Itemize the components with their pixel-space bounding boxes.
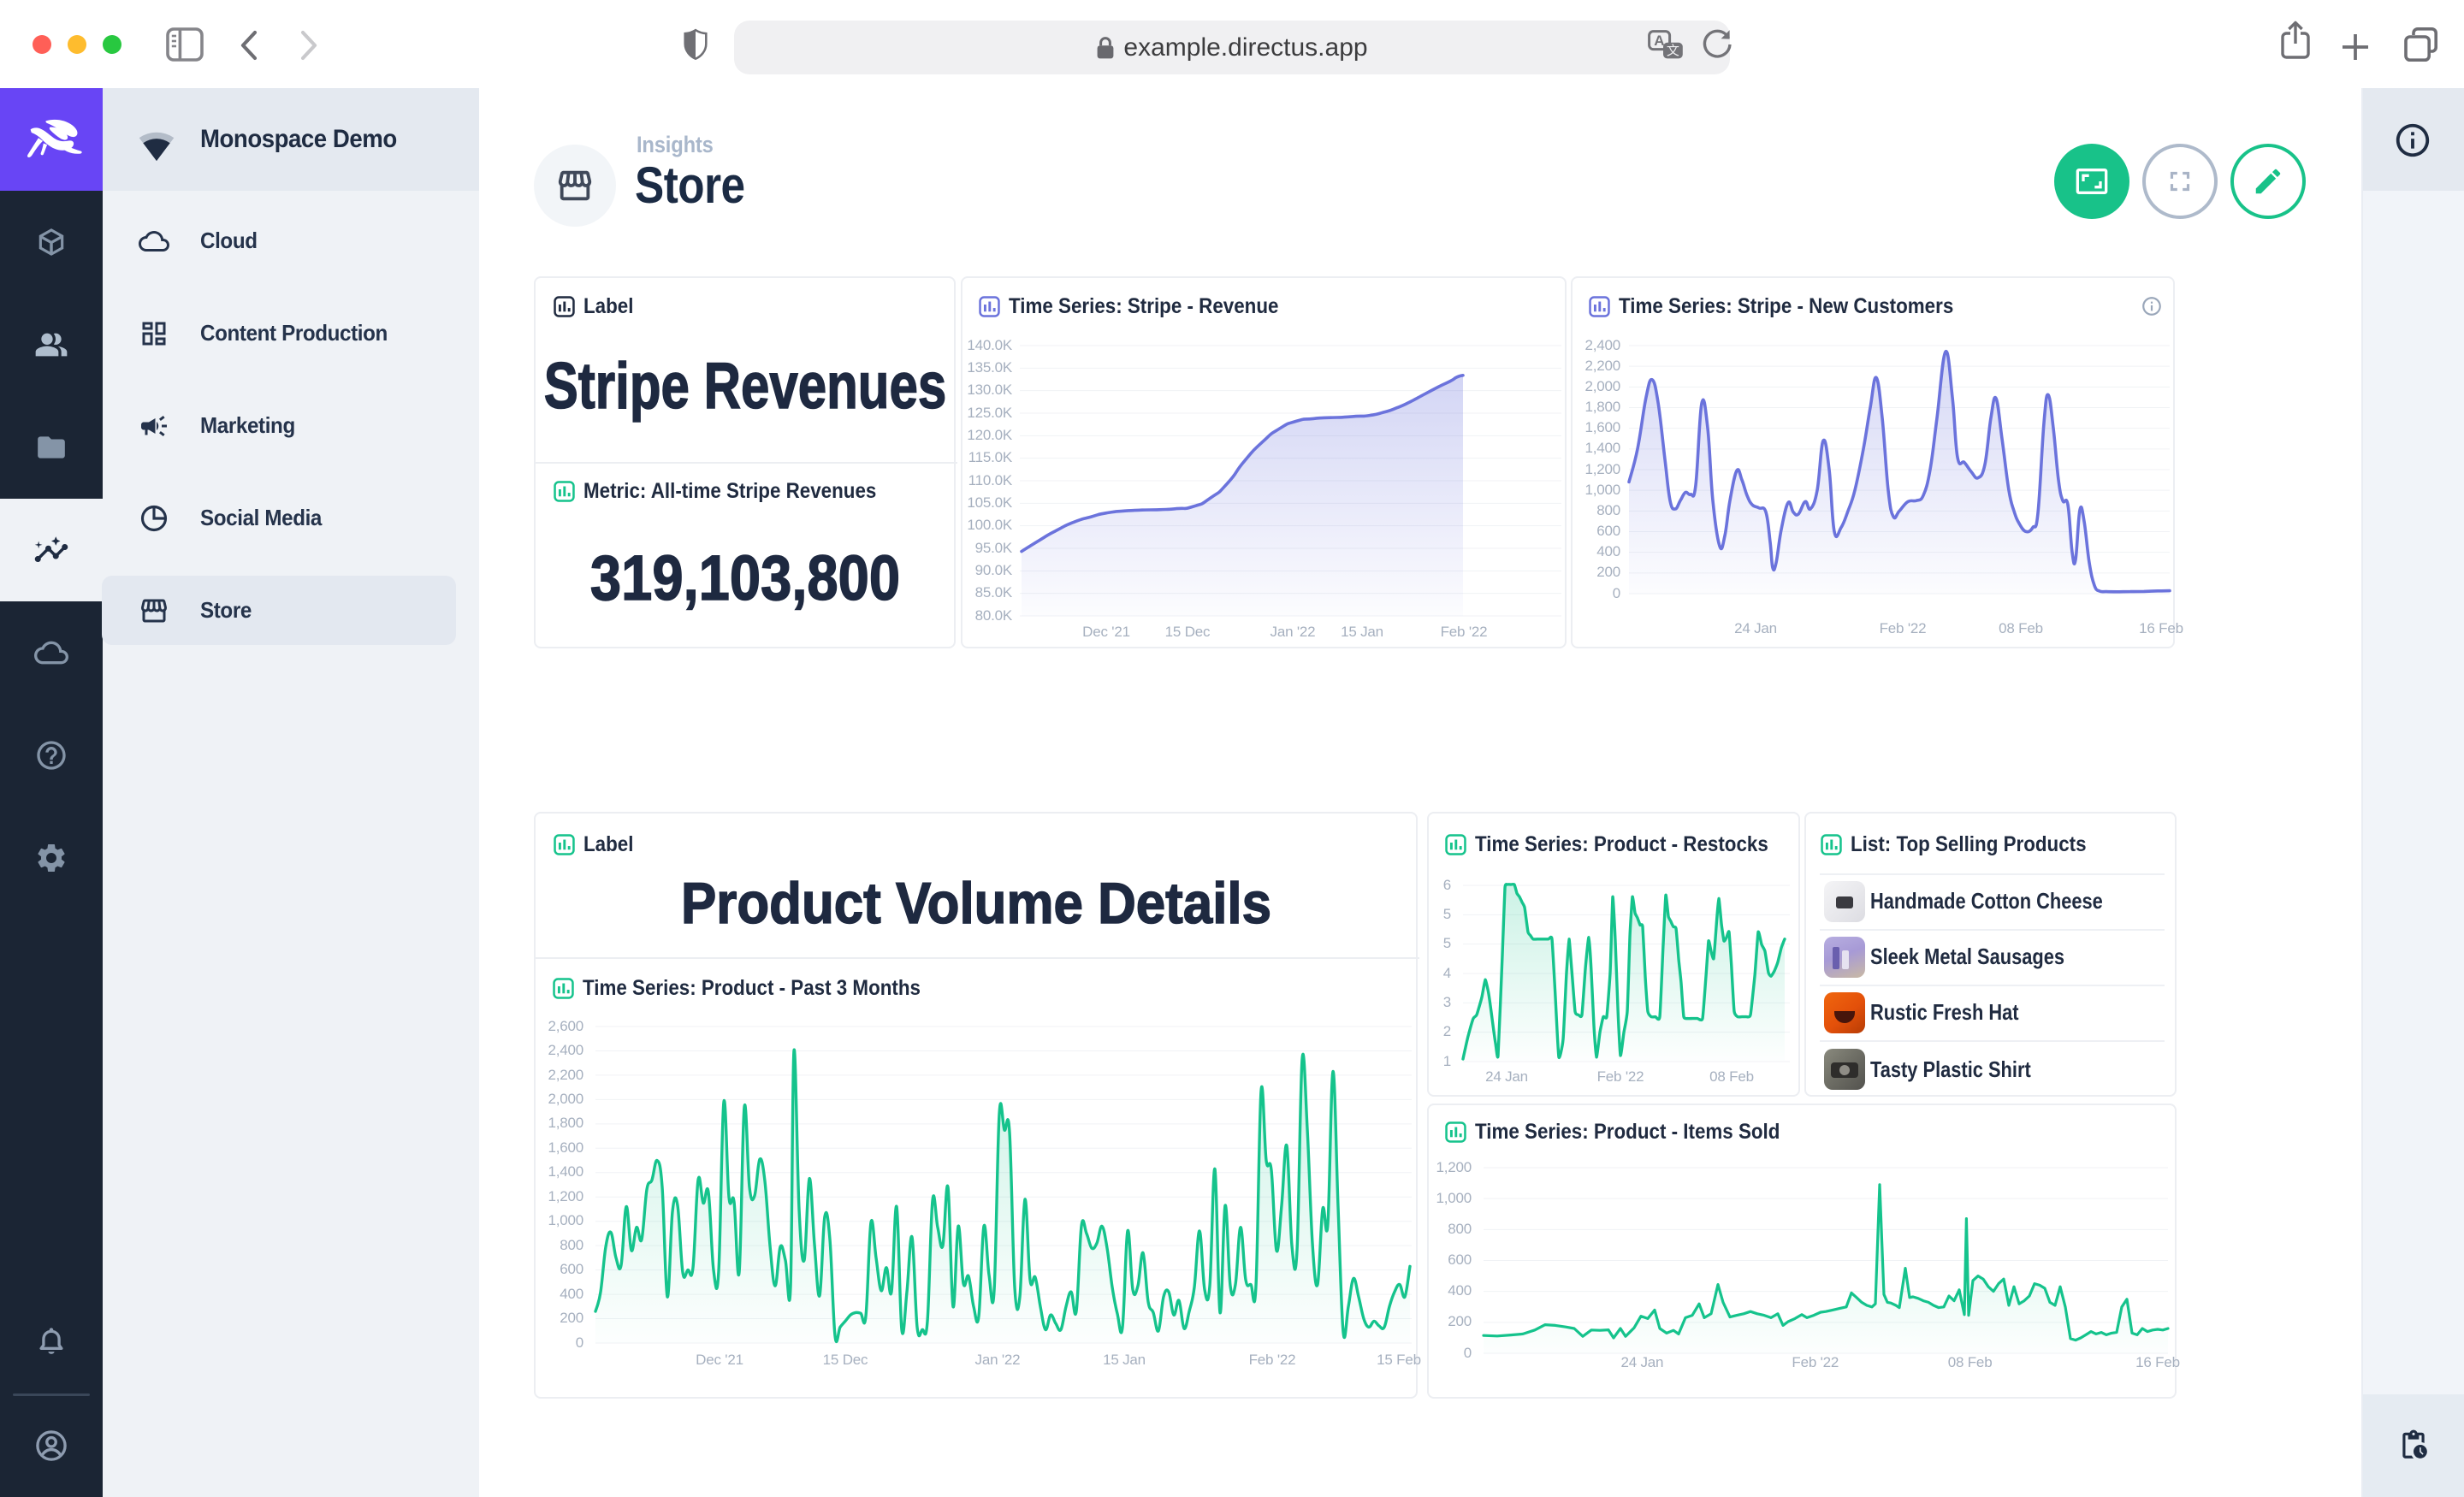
svg-text:A: A: [1654, 33, 1664, 49]
svg-text:文: 文: [1667, 44, 1679, 58]
